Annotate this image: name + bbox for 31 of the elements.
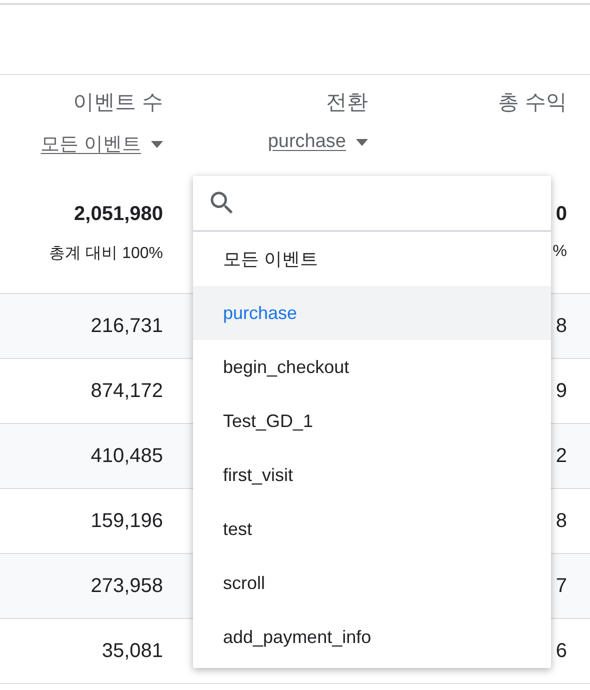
caret-icon	[151, 140, 163, 148]
total-value: 0	[556, 202, 567, 227]
event-selector[interactable]: purchase	[268, 131, 368, 153]
menu-item[interactable]: Test_GD_1	[193, 394, 551, 448]
table-cell-text: 2	[556, 444, 568, 468]
menu-item[interactable]: test	[193, 502, 551, 556]
table-cell-text: 6	[556, 640, 568, 662]
table-cell-text: 273,958	[90, 574, 164, 598]
column-header: 총 수익	[498, 90, 567, 116]
table-cell-text: 35,081	[102, 640, 164, 662]
table-cell-text: 874,172	[90, 380, 164, 402]
table-cell-text: 410,485	[90, 444, 164, 468]
total-share: 총계 대비 100%	[49, 244, 163, 264]
menu-item[interactable]: begin_checkout	[193, 340, 551, 394]
menu-item[interactable]: purchase	[193, 286, 551, 340]
total-value: 2,051,980	[74, 202, 163, 227]
table-cell-text: 7	[556, 574, 568, 598]
event-selector[interactable]: 모든 이벤트	[40, 131, 163, 157]
table-cell-text: 216,731	[90, 314, 164, 338]
table-cell-text: 9	[556, 380, 568, 402]
total-share: %	[552, 243, 567, 261]
caret-icon	[356, 138, 368, 146]
table-cell-text: 159,196	[90, 510, 164, 532]
menu-item[interactable]: 모든 이벤트	[193, 232, 551, 286]
table-cell-text: 8	[556, 314, 568, 338]
menu-item[interactable]: first_visit	[193, 448, 551, 502]
table-cell-text: 8	[556, 510, 568, 532]
menu-item[interactable]: scroll	[193, 556, 551, 610]
column-header: 이벤트 수	[73, 90, 163, 116]
menu-item[interactable]: add_payment_info	[193, 610, 551, 664]
column-header: 전환	[326, 90, 368, 116]
